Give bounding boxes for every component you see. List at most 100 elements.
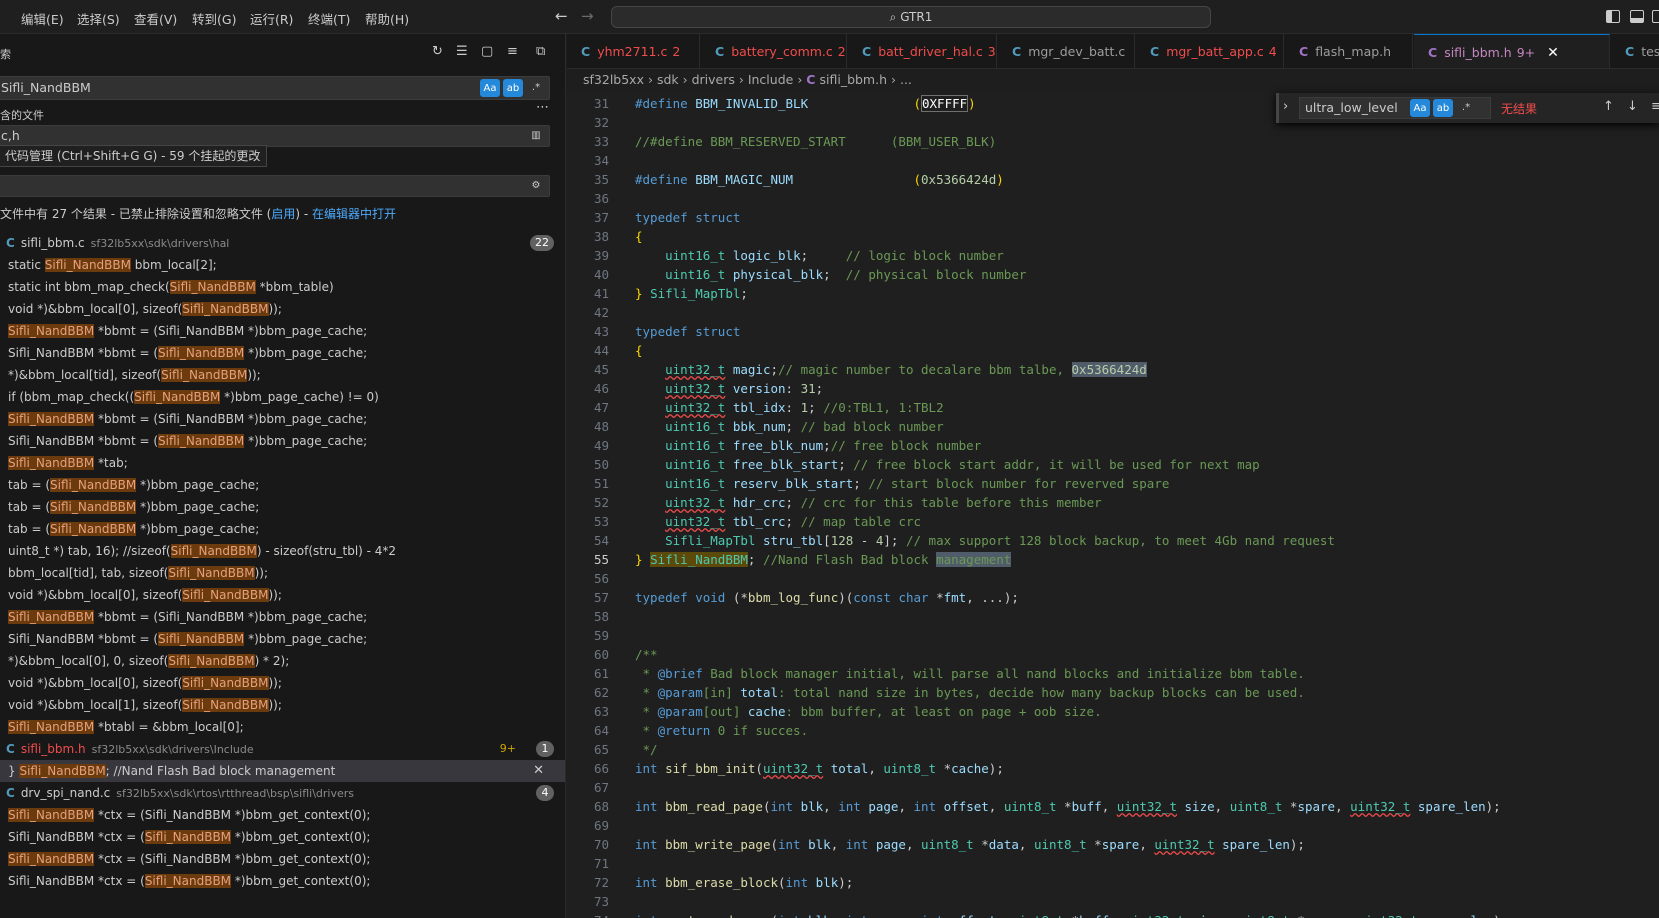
result-match-row[interactable]: Sifli_NandBBM *bbmt = (Sifli_NandBBM *)b…	[0, 320, 565, 342]
result-match-row[interactable]: Sifli_NandBBM *bbmt = (Sifli_NandBBM *)b…	[0, 342, 565, 364]
code-line[interactable]: uint32_t tbl_idx: 1; //0:TBL1, 1:TBL2	[635, 398, 944, 417]
menu-goto[interactable]: 转到(G)	[192, 9, 236, 28]
dismiss-result-icon[interactable]: ✕	[533, 760, 544, 782]
previous-match-icon[interactable]: ↑	[1603, 99, 1614, 114]
new-search-editor-icon[interactable]: ▢	[481, 44, 493, 59]
breadcrumb-item[interactable]: ...	[900, 72, 912, 87]
view-as-tree-icon[interactable]: ≡	[507, 44, 518, 59]
code-line[interactable]: int bbm_erase_block(int blk);	[635, 873, 853, 892]
tab-mgr-batt-app-c[interactable]: Cmgr_batt_app.c 4	[1136, 34, 1284, 68]
refresh-icon[interactable]: ↻	[432, 44, 443, 59]
result-match-row[interactable]: static int bbm_map_check(Sifli_NandBBM *…	[0, 276, 565, 298]
code-line[interactable]: #define BBM_INVALID_BLK (0XFFFF)	[635, 94, 976, 113]
use-exclude-settings-gear-icon[interactable]: ⚙	[526, 177, 546, 195]
code-line[interactable]: Sifli_MapTbl stru_tbl[128 - 4]; // max s…	[635, 531, 1335, 550]
code-line[interactable]: int bbm_write_page(int blk, int page, ui…	[635, 835, 1305, 854]
open-in-editor-link[interactable]: 在编辑器中打开	[312, 207, 396, 221]
result-match-row[interactable]: *)&bbm_local[0], 0, sizeof(Sifli_NandBBM…	[0, 650, 565, 672]
enable-exclude-link[interactable]: 启用	[271, 207, 295, 221]
code-line[interactable]: uint32_t version: 31;	[635, 379, 823, 398]
back-arrow-icon[interactable]: ←	[555, 7, 568, 25]
tab-batt-driver-hal-c[interactable]: Cbatt_driver_hal.c 3	[848, 34, 997, 68]
result-match-row[interactable]: static Sifli_NandBBM bbm_local[2];	[0, 254, 565, 276]
result-match-row[interactable]: void *)&bbm_local[0], sizeof(Sifli_NandB…	[0, 672, 565, 694]
code-line[interactable]: typedef void (*bbm_log_func)(const char …	[635, 588, 1019, 607]
use-regex-toggle[interactable]: .*	[526, 79, 546, 97]
code-line[interactable]: uint32_t magic;// magic number to decala…	[635, 360, 1147, 379]
code-line[interactable]: } Sifli_MapTbl;	[635, 284, 748, 303]
result-file-row[interactable]: Csifli_bbm.c sf32lb5xx\sdk\drivers\hal 22	[0, 232, 565, 254]
code-line[interactable]: /**	[635, 645, 658, 664]
tab-test[interactable]: Ctest	[1611, 34, 1659, 68]
result-match-row[interactable]: Sifli_NandBBM *ctx = (Sifli_NandBBM *)bb…	[0, 870, 565, 892]
menu-terminal[interactable]: 终端(T)	[308, 9, 350, 28]
result-match-row[interactable]: tab = (Sifli_NandBBM *)bbm_page_cache;	[0, 518, 565, 540]
result-match-row[interactable]: tab = (Sifli_NandBBM *)bbm_page_cache;	[0, 496, 565, 518]
close-tab-icon[interactable]: ✕	[1547, 45, 1559, 61]
find-input[interactable]: ultra_low_level Aa ab .*	[1299, 97, 1491, 119]
code-line[interactable]: * @brief Bad block manager initial, will…	[635, 664, 1305, 683]
search-input[interactable]: Sifli_NandBBM Aa ab .*	[0, 76, 550, 100]
menu-view[interactable]: 查看(V)	[134, 9, 177, 28]
result-match-row[interactable]: bbm_local[tid], tab, sizeof(Sifli_NandBB…	[0, 562, 565, 584]
clear-results-icon[interactable]: ☰	[456, 44, 468, 59]
result-match-row[interactable]: Sifli_NandBBM *bbmt = (Sifli_NandBBM *)b…	[0, 408, 565, 430]
code-line[interactable]: int bbm_read_page(int blk, int page, int…	[635, 797, 1501, 816]
result-match-row[interactable]: Sifli_NandBBM *btabl = &bbm_local[0];	[0, 716, 565, 738]
code-line[interactable]: {	[635, 227, 643, 246]
breadcrumb-item[interactable]: sf32lb5xx	[583, 72, 644, 87]
toggle-replace-chevron-icon[interactable]: ›	[1283, 99, 1288, 114]
forward-arrow-icon[interactable]: →	[581, 7, 594, 25]
code-line[interactable]: } Sifli_NandBBM; //Nand Flash Bad block …	[635, 550, 1012, 569]
result-match-row[interactable]: uint8_t *) tab, 16); //sizeof(Sifli_Nand…	[0, 540, 565, 562]
files-to-exclude-input[interactable]: ⚙	[0, 175, 550, 197]
code-line[interactable]: uint32_t hdr_crc; // crc for this table …	[635, 493, 1102, 512]
result-file-row[interactable]: Cdrv_spi_nand.c sf32lb5xx\sdk\rtos\rtthre…	[0, 782, 565, 804]
menu-edit[interactable]: 编辑(E)	[21, 9, 64, 28]
find-whole-word-toggle[interactable]: ab	[1433, 99, 1453, 117]
match-case-toggle[interactable]: Aa	[480, 79, 500, 97]
files-to-include-input[interactable]: c,h ▥	[0, 125, 550, 147]
result-match-row[interactable]: Sifli_NandBBM *tab;	[0, 452, 565, 474]
next-match-icon[interactable]: ↓	[1627, 99, 1638, 114]
code-line[interactable]: uint16_t bbk_num; // bad block number	[635, 417, 944, 436]
toggle-panel-icon[interactable]	[1630, 10, 1644, 23]
breadcrumb-item[interactable]: drivers	[692, 72, 735, 87]
result-match-row[interactable]: Sifli_NandBBM *ctx = (Sifli_NandBBM *)bb…	[0, 804, 565, 826]
code-line[interactable]: uint16_t logic_blk; // logic block numbe…	[635, 246, 1004, 265]
code-line[interactable]: */	[635, 740, 658, 759]
code-line[interactable]: typedef struct	[635, 208, 740, 227]
result-match-row[interactable]: void *)&bbm_local[0], sizeof(Sifli_NandB…	[0, 584, 565, 606]
result-match-row[interactable]: Sifli_NandBBM *bbmt = (Sifli_NandBBM *)b…	[0, 628, 565, 650]
result-match-row[interactable]: if (bbm_map_check((Sifli_NandBBM *)bbm_p…	[0, 386, 565, 408]
tab-sifli-bbm-h[interactable]: Csifli_bbm.h 9+ ✕	[1414, 34, 1610, 68]
code-line[interactable]: int port_read_page(int blk, int page, in…	[635, 911, 1508, 918]
result-match-row[interactable]: Sifli_NandBBM *ctx = (Sifli_NandBBM *)bb…	[0, 826, 565, 848]
code-line[interactable]: {	[635, 341, 643, 360]
tab-yhm2711-c[interactable]: Cyhm2711.c 2	[567, 34, 700, 68]
result-file-row[interactable]: Csifli_bbm.h sf32lb5xx\sdk\drivers\Includ…	[0, 738, 565, 760]
code-line[interactable]: * @return 0 if succes.	[635, 721, 809, 740]
find-in-selection-icon[interactable]: ≡	[1651, 99, 1659, 114]
collapse-all-icon[interactable]: ⧉	[536, 44, 545, 59]
code-line[interactable]: uint16_t reserv_blk_start; // start bloc…	[635, 474, 1169, 493]
toggle-sidebar-icon[interactable]	[1606, 10, 1620, 23]
more-options-icon[interactable]: ⋯	[536, 100, 549, 115]
result-match-row[interactable]: *)&bbm_local[tid], sizeof(Sifli_NandBBM)…	[0, 364, 565, 386]
result-match-row[interactable]: void *)&bbm_local[0], sizeof(Sifli_NandB…	[0, 298, 565, 320]
menu-help[interactable]: 帮助(H)	[365, 9, 409, 28]
match-whole-word-toggle[interactable]: ab	[503, 79, 523, 97]
result-match-row[interactable]: tab = (Sifli_NandBBM *)bbm_page_cache;	[0, 474, 565, 496]
menu-run[interactable]: 运行(R)	[250, 9, 293, 28]
code-line[interactable]: * @param[out] cache: bbm buffer, at leas…	[635, 702, 1102, 721]
code-line[interactable]: uint16_t physical_blk; // physical block…	[635, 265, 1026, 284]
menu-selection[interactable]: 选择(S)	[77, 9, 120, 28]
breadcrumb-item[interactable]: Include	[748, 72, 794, 87]
command-center[interactable]: ⌕ GTR1	[611, 6, 1211, 28]
code-editor[interactable]: 31 #define BBM_INVALID_BLK (0XFFFF) 32 33 //…	[567, 91, 1659, 918]
code-line[interactable]: * @param[in] total: total nand size in b…	[635, 683, 1305, 702]
code-line[interactable]: //#define BBM_RESERVED_START (BBM_USER_B…	[635, 132, 996, 151]
breadcrumb-item[interactable]: sdk	[657, 72, 679, 87]
open-editors-only-icon[interactable]: ▥	[526, 127, 546, 145]
tab-mgr-dev-batt-c[interactable]: Cmgr_dev_batt.c	[998, 34, 1135, 68]
